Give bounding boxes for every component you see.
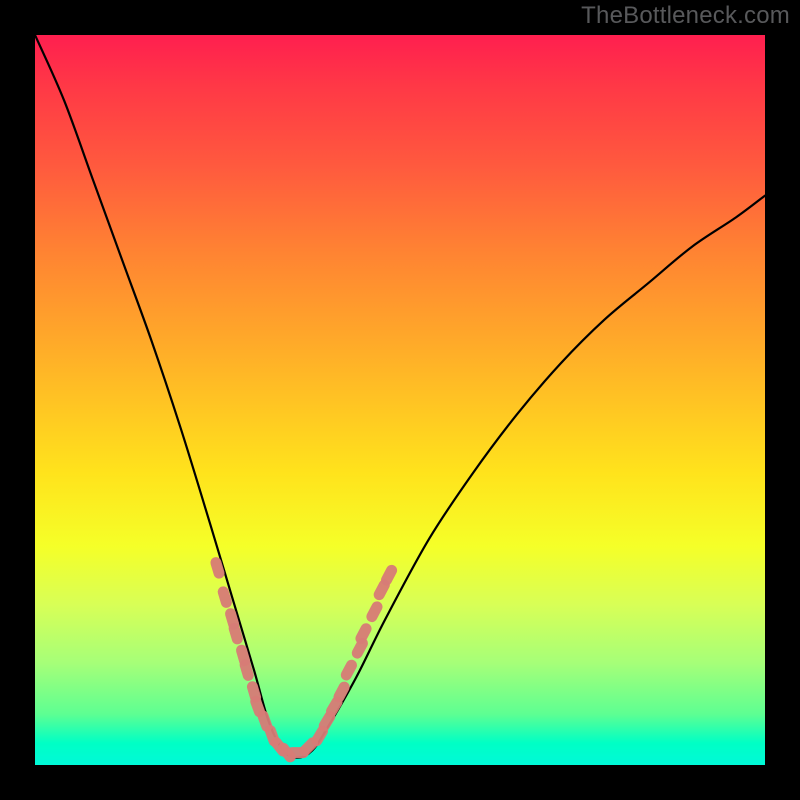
watermark-text: TheBottleneck.com xyxy=(581,2,790,30)
plot-area xyxy=(35,35,765,765)
marker-group xyxy=(209,556,399,765)
marker xyxy=(354,621,374,646)
marker xyxy=(364,599,384,624)
chart-svg xyxy=(35,35,765,765)
chart-frame: TheBottleneck.com xyxy=(0,0,800,800)
bottleneck-curve xyxy=(35,35,765,758)
